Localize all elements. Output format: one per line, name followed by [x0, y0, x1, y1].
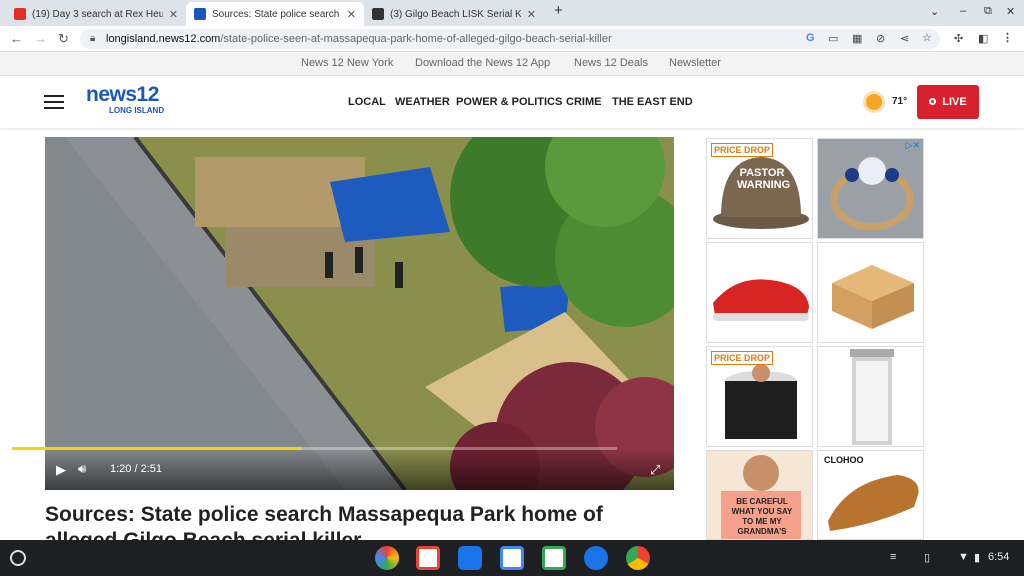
phone-hub-icon[interactable]: ▯	[924, 551, 930, 564]
play-icon[interactable]: ▶	[56, 462, 66, 478]
close-icon[interactable]: ✕	[527, 8, 536, 21]
live-dot-icon	[929, 98, 937, 105]
ad-ring[interactable]: ▷✕	[817, 138, 924, 239]
tab-strip: (19) Day 3 search at Rex Heuerm ✕ Source…	[0, 0, 1024, 26]
nav-power-politics[interactable]: POWER & POLITICS	[456, 96, 562, 108]
shoe-image	[713, 279, 809, 321]
close-icon[interactable]: ✕	[169, 8, 178, 21]
new-tab-icon[interactable]: +	[554, 2, 563, 19]
battery-icon[interactable]: ▮	[974, 551, 980, 564]
video-progress-fill	[12, 447, 303, 450]
forward-icon[interactable]: →	[34, 31, 47, 46]
nav-crime[interactable]: CRIME	[566, 96, 601, 108]
address-bar: ← → ↻ 🔒︎ longisland.news12.com/state-pol…	[0, 26, 1024, 52]
ad-tub[interactable]: PRICE DROP	[706, 346, 813, 447]
meet-icon[interactable]	[542, 546, 566, 570]
close-window-icon[interactable]: ✕	[1006, 5, 1015, 18]
ad-cap[interactable]: PRICE DROP PASTOR WARNING	[706, 138, 813, 239]
eye-off-icon[interactable]: ⊘	[876, 32, 885, 45]
util-link-news12-ny[interactable]: News 12 New York	[301, 57, 393, 69]
side-panel-icon[interactable]: ◧	[978, 32, 988, 45]
gmail-icon[interactable]	[416, 546, 440, 570]
tab-youtube[interactable]: (19) Day 3 search at Rex Heuerm ✕	[6, 2, 186, 26]
volume-icon[interactable]: 🔊︎	[78, 461, 86, 477]
fullscreen-icon[interactable]: ⤢	[650, 462, 660, 478]
site-favicon	[372, 8, 384, 20]
ad-box[interactable]	[817, 242, 924, 343]
tab-gilgo[interactable]: (3) Gilgo Beach LISK Serial Killer ✕	[364, 2, 544, 26]
star-icon[interactable]: ☆	[922, 31, 932, 44]
ring-image	[818, 139, 923, 238]
weather-temp[interactable]: 71°	[892, 96, 907, 107]
util-link-download-app[interactable]: Download the News 12 App	[415, 57, 550, 69]
live-button[interactable]: LIVE	[917, 85, 979, 119]
ad-shirt[interactable]: BE CAREFUL WHAT YOU SAY TO ME MY GRANDMA…	[706, 450, 813, 540]
site-header: news12 LONG ISLAND LOCAL WEATHER POWER &…	[0, 76, 1024, 128]
reload-icon[interactable]: ↻	[58, 31, 69, 47]
video-player[interactable]	[45, 137, 674, 490]
launcher-icon[interactable]	[10, 550, 26, 566]
nav-east-end[interactable]: THE EAST END	[612, 96, 693, 108]
hamburger-menu-icon[interactable]	[44, 95, 64, 109]
video-time: 1:20 / 2:51	[110, 463, 162, 475]
back-icon[interactable]: ←	[10, 31, 23, 46]
video-progress-bar[interactable]	[12, 447, 617, 450]
chrome-icon[interactable]	[626, 546, 650, 570]
box-image	[832, 265, 914, 329]
utility-nav: News 12 New York Download the News 12 Ap…	[0, 52, 1024, 76]
clock[interactable]: 6:54	[988, 551, 1009, 563]
calendar-icon[interactable]	[500, 546, 524, 570]
files-icon[interactable]	[458, 546, 482, 570]
chevron-down-icon[interactable]: ⌄	[930, 5, 939, 18]
ad-shoe[interactable]	[706, 242, 813, 343]
qr-icon[interactable]: ▦	[852, 32, 862, 45]
clipboard-icon[interactable]: ≡	[890, 551, 896, 563]
tumbler-image	[850, 349, 894, 445]
lock-icon: 🔒︎	[90, 33, 96, 44]
youtube-icon	[14, 8, 26, 20]
share-icon[interactable]: ⋖	[900, 32, 909, 45]
sun-icon	[866, 94, 882, 110]
nav-local[interactable]: LOCAL	[348, 96, 386, 108]
messages-icon[interactable]	[584, 546, 608, 570]
ad-tumbler[interactable]	[817, 346, 924, 447]
ad-sandal[interactable]: CLOHOO	[817, 450, 924, 540]
extensions-icon[interactable]: ✣	[954, 32, 963, 45]
close-icon[interactable]: ✕	[347, 8, 356, 21]
nav-weather[interactable]: WEATHER	[395, 96, 450, 108]
cast-icon[interactable]: ▭	[828, 32, 838, 45]
wifi-icon[interactable]: ▼	[958, 551, 969, 563]
news12-favicon	[194, 8, 206, 20]
site-logo[interactable]: news12 LONG ISLAND	[86, 84, 164, 116]
menu-icon[interactable]: ⋮	[1002, 31, 1013, 44]
video-frame	[45, 137, 674, 490]
chrome-canvas-icon[interactable]	[375, 546, 399, 570]
minimize-icon[interactable]: –	[960, 5, 966, 17]
tab-news12[interactable]: Sources: State police search Mas ✕	[186, 2, 364, 26]
util-link-deals[interactable]: News 12 Deals	[574, 57, 648, 69]
util-link-newsletter[interactable]: Newsletter	[669, 57, 721, 69]
restore-icon[interactable]: ⧉	[984, 5, 992, 18]
google-icon[interactable]: G	[806, 32, 815, 44]
adchoices-icon[interactable]: ▷✕	[906, 140, 920, 151]
